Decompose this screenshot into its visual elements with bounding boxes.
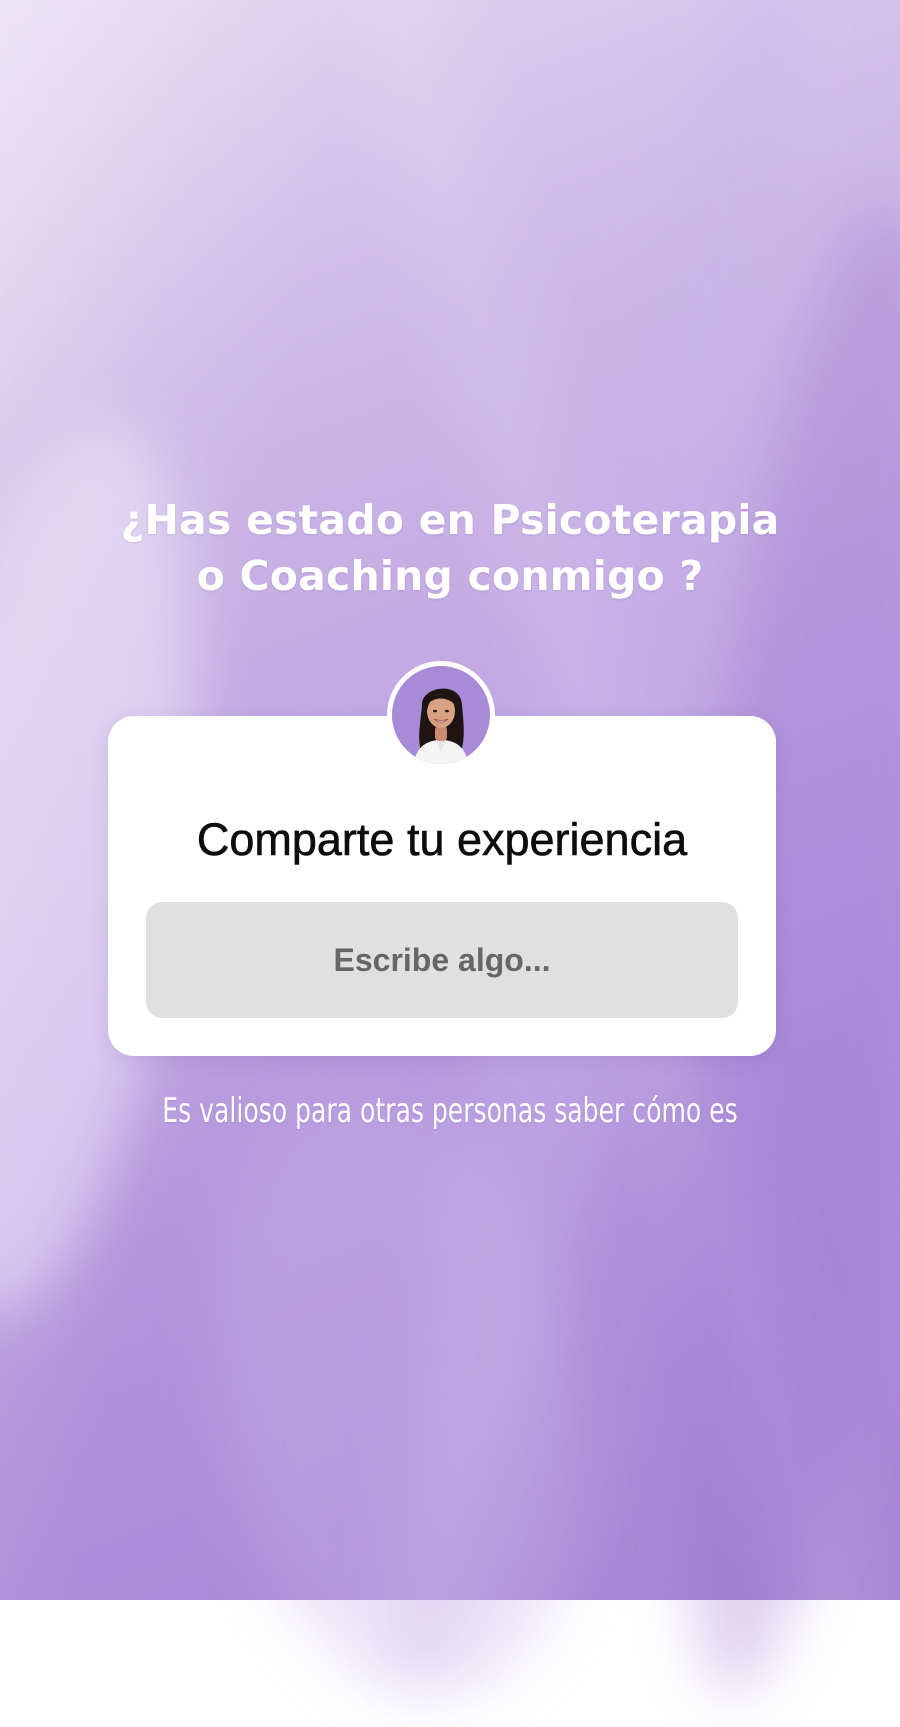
question-title: Comparte tu experiencia bbox=[196, 814, 688, 866]
profile-photo-icon bbox=[392, 666, 490, 764]
story-caption: Es valioso para otras personas saber cóm… bbox=[162, 1091, 738, 1131]
story-heading: ¿Has estado en Psicoterapia o Coaching c… bbox=[60, 492, 840, 604]
heading-line-1: ¿Has estado en Psicoterapia bbox=[120, 496, 780, 544]
answer-input[interactable] bbox=[146, 902, 738, 1018]
heading-line-2: o Coaching conmigo ? bbox=[196, 552, 704, 600]
sticker-avatar bbox=[387, 661, 495, 769]
